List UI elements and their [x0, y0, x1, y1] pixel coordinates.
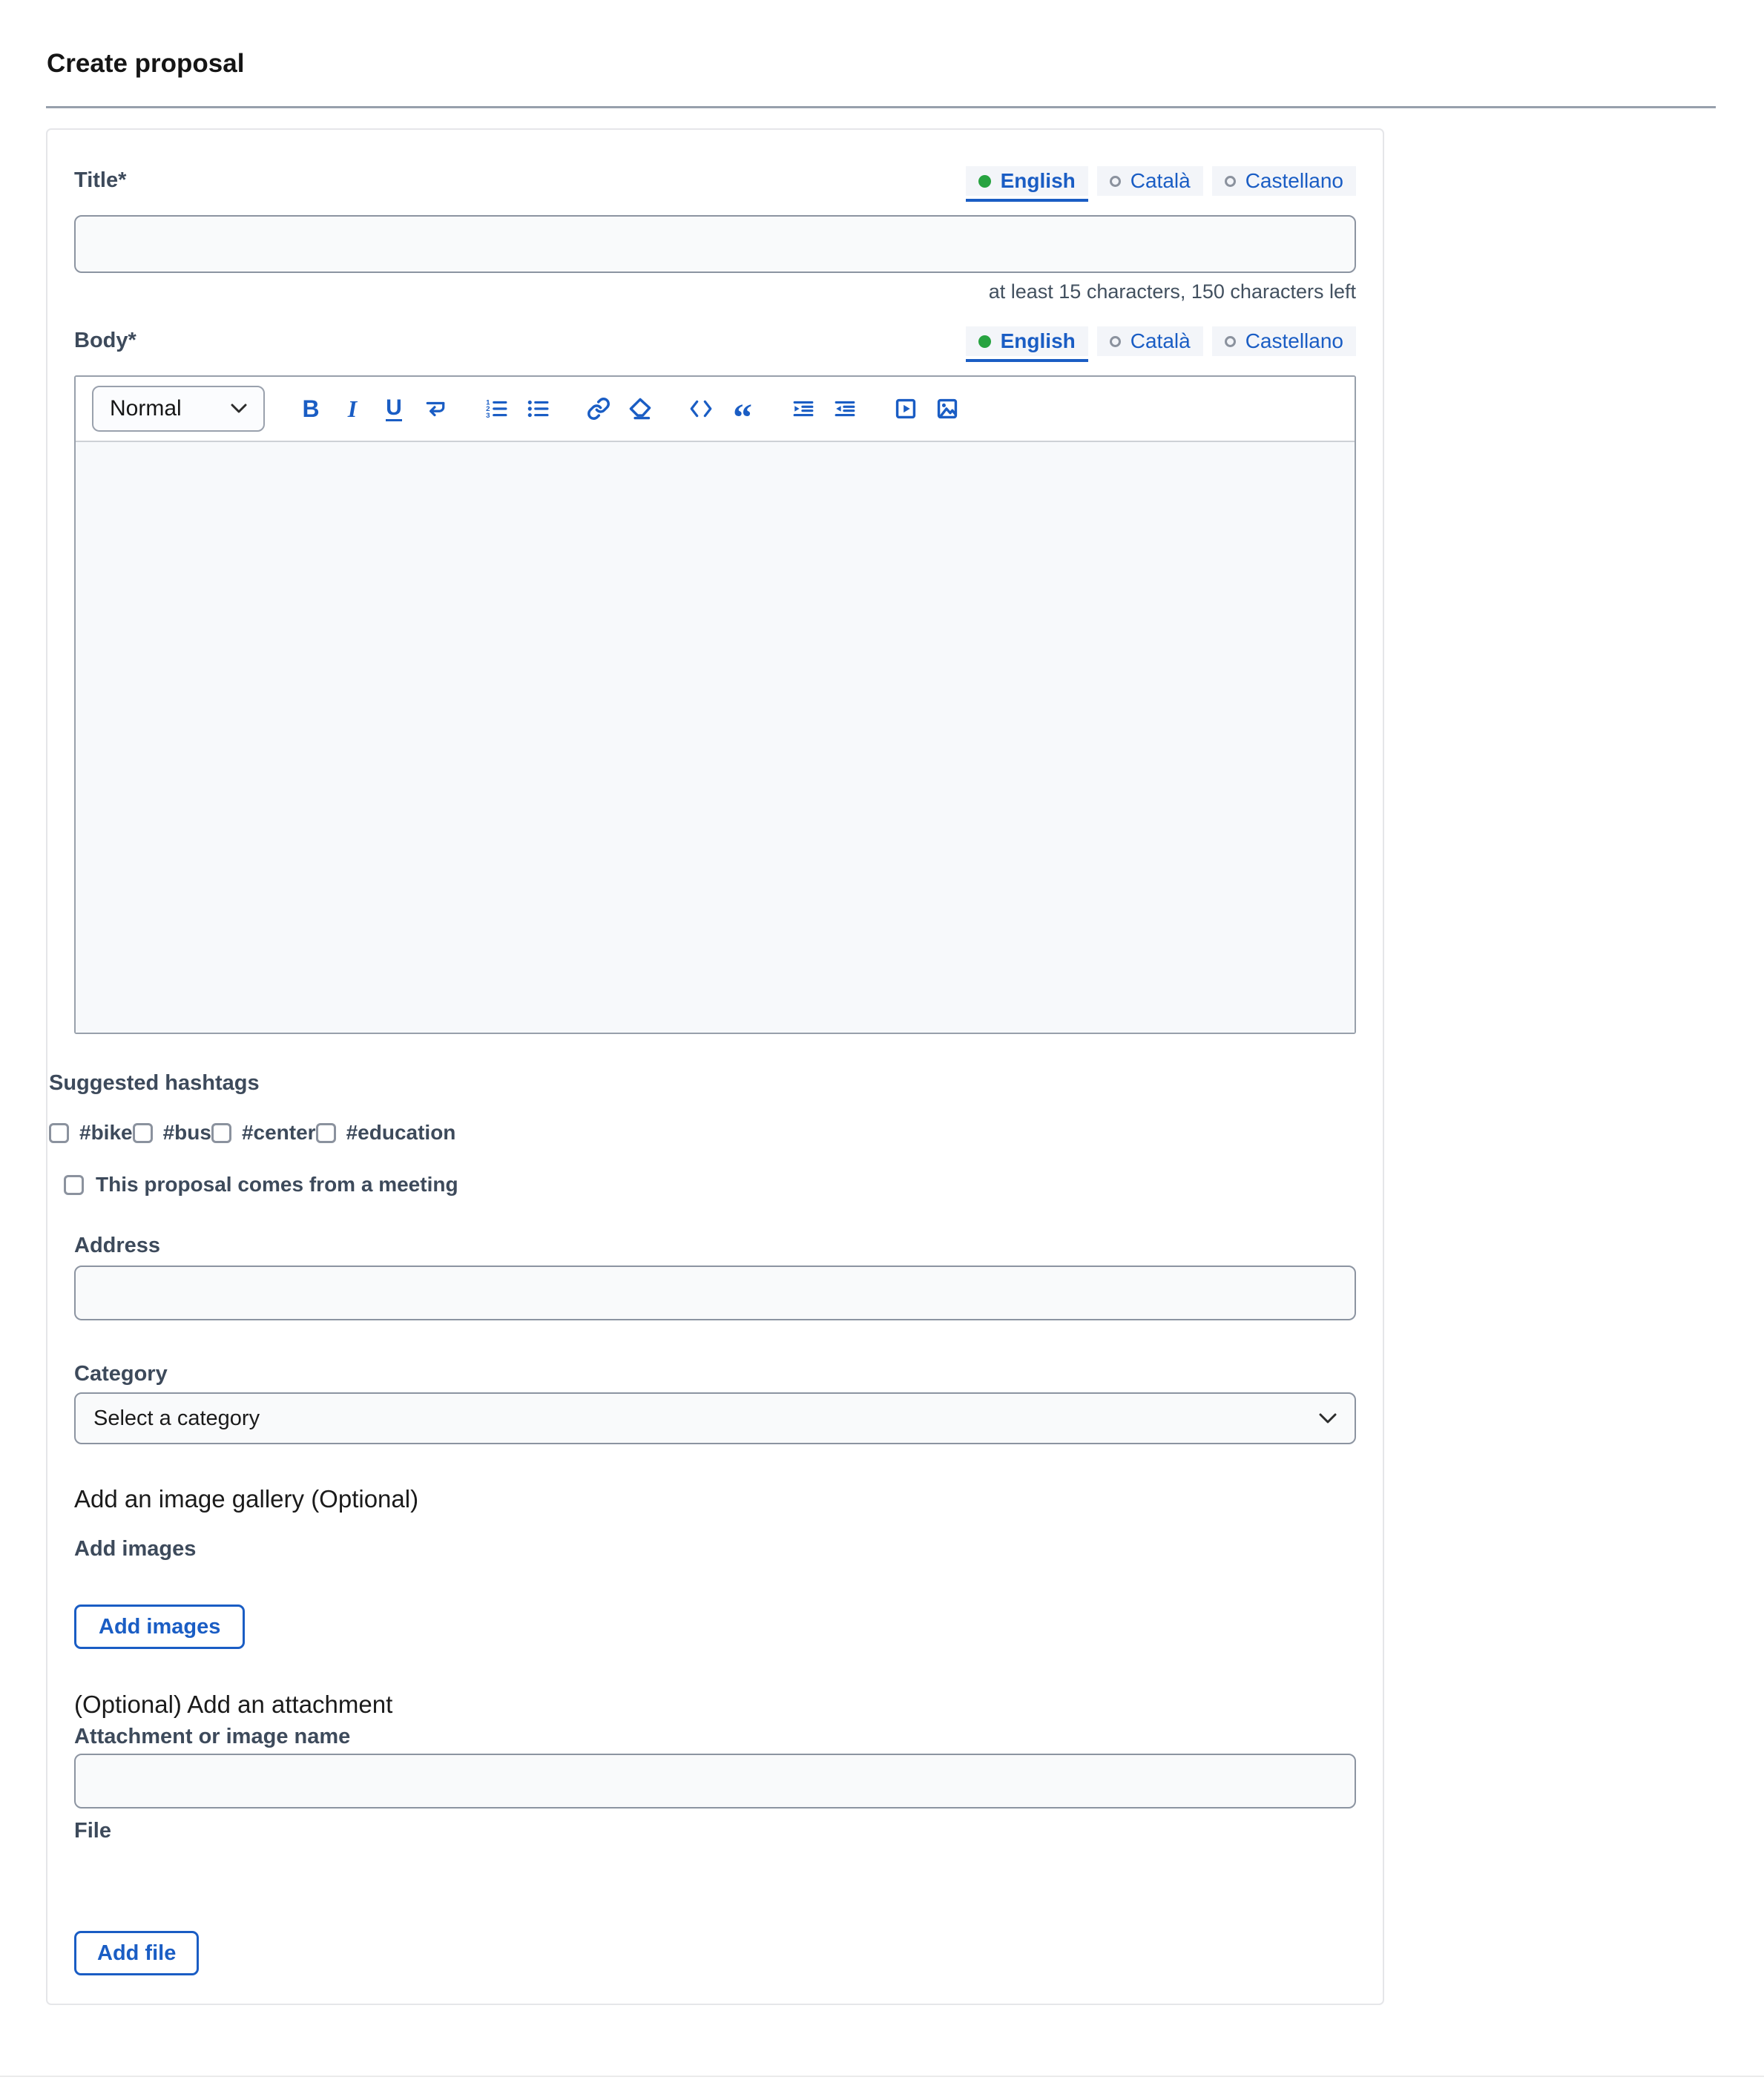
- add-images-label: Add images: [74, 1537, 1356, 1561]
- body-rich-text-editor: Normal B I U 123: [74, 375, 1356, 1034]
- body-language-selector: English Català Castellano: [966, 326, 1356, 356]
- language-tab-english[interactable]: English: [966, 166, 1088, 196]
- title-help-row: at least 15 characters, 150 characters l…: [74, 280, 1356, 303]
- page-bottom-divider: [0, 2076, 1764, 2077]
- radio-unselected-icon: [1225, 336, 1236, 347]
- language-tab-catala[interactable]: Català: [1097, 326, 1203, 356]
- header-divider: [46, 106, 1716, 108]
- language-tab-label: Castellano: [1245, 329, 1343, 353]
- hashtag-label: #bike: [79, 1121, 133, 1145]
- page-title: Create proposal: [47, 49, 244, 79]
- outdent-icon[interactable]: [833, 394, 857, 424]
- hashtag-checkbox-row: #bike #bus #center #education: [49, 1121, 1356, 1145]
- hashtag-label: #center: [242, 1121, 316, 1145]
- attachment-name-label: Attachment or image name: [74, 1725, 1356, 1749]
- language-tab-label: Català: [1131, 169, 1191, 193]
- category-select[interactable]: Select a category: [74, 1392, 1356, 1444]
- language-tab-label: Català: [1131, 329, 1191, 353]
- language-tab-english[interactable]: English: [966, 326, 1088, 356]
- category-select-value: Select a category: [93, 1406, 260, 1431]
- language-tab-label: English: [1001, 329, 1076, 353]
- radio-selected-icon: [978, 175, 991, 188]
- bold-icon[interactable]: B: [299, 394, 323, 424]
- title-input[interactable]: [74, 215, 1356, 273]
- title-field-header: Title* English Català Castellano: [74, 160, 1356, 196]
- meeting-checkbox-label: This proposal comes from a meeting: [96, 1173, 458, 1197]
- chevron-down-icon: [1319, 1413, 1337, 1424]
- language-tab-castellano[interactable]: Castellano: [1212, 326, 1356, 356]
- address-label: Address: [74, 1234, 1356, 1258]
- format-select-value: Normal: [110, 396, 182, 421]
- body-label: Body*: [74, 329, 136, 356]
- language-tab-label: English: [1001, 169, 1076, 193]
- title-label: Title*: [74, 168, 126, 196]
- meeting-checkbox[interactable]: [64, 1175, 84, 1195]
- hashtag-checkbox-bike[interactable]: [49, 1123, 69, 1143]
- suggested-hashtags-section: Suggested hashtags #bike #bus #center #e…: [49, 1071, 1356, 1197]
- attachment-name-input[interactable]: [74, 1754, 1356, 1809]
- hashtag-checkbox-education[interactable]: [316, 1123, 336, 1143]
- image-icon[interactable]: [935, 394, 959, 424]
- svg-text:3: 3: [486, 412, 490, 420]
- blockquote-icon[interactable]: “: [731, 394, 754, 424]
- radio-unselected-icon: [1225, 176, 1236, 187]
- address-input[interactable]: [74, 1266, 1356, 1320]
- category-label: Category: [74, 1362, 1356, 1386]
- radio-unselected-icon: [1110, 336, 1121, 347]
- file-label: File: [74, 1819, 1356, 1843]
- line-break-icon[interactable]: [424, 394, 447, 424]
- link-icon[interactable]: [587, 394, 611, 424]
- hashtag-option: #bike: [49, 1121, 133, 1145]
- attachment-heading: (Optional) Add an attachment: [74, 1691, 1356, 1719]
- clear-format-icon[interactable]: [628, 394, 652, 424]
- indent-icon[interactable]: [792, 394, 815, 424]
- hashtag-label: #education: [346, 1121, 456, 1145]
- language-tab-castellano[interactable]: Castellano: [1212, 166, 1356, 196]
- code-icon[interactable]: [689, 394, 713, 424]
- underline-icon[interactable]: U: [382, 394, 406, 424]
- suggested-hashtags-label: Suggested hashtags: [49, 1071, 1356, 1096]
- hashtag-checkbox-bus[interactable]: [133, 1123, 153, 1143]
- add-file-button[interactable]: Add file: [74, 1931, 199, 1975]
- body-editor-textarea[interactable]: [76, 442, 1355, 1033]
- title-help-text: at least 15 characters, 150 characters l…: [989, 280, 1356, 303]
- video-icon[interactable]: [894, 394, 918, 424]
- editor-toolbar: Normal B I U 123: [76, 377, 1355, 442]
- hashtag-label: #bus: [163, 1121, 211, 1145]
- hashtag-option: #center: [211, 1121, 316, 1145]
- bullet-list-icon[interactable]: [526, 394, 550, 424]
- ordered-list-icon[interactable]: 123: [484, 394, 508, 424]
- add-images-button[interactable]: Add images: [74, 1605, 245, 1649]
- radio-selected-icon: [978, 335, 991, 348]
- language-tab-label: Castellano: [1245, 169, 1343, 193]
- meeting-checkbox-row: This proposal comes from a meeting: [64, 1173, 1356, 1197]
- hashtag-option: #bus: [133, 1121, 211, 1145]
- hashtag-option: #education: [316, 1121, 456, 1145]
- hashtag-checkbox-center[interactable]: [211, 1123, 231, 1143]
- title-language-selector: English Català Castellano: [966, 166, 1356, 196]
- body-field-header: Body* English Català Castellano: [74, 320, 1356, 356]
- language-tab-catala[interactable]: Català: [1097, 166, 1203, 196]
- paragraph-format-select[interactable]: Normal: [92, 386, 265, 432]
- radio-unselected-icon: [1110, 176, 1121, 187]
- gallery-heading: Add an image gallery (Optional): [74, 1485, 1356, 1513]
- chevron-down-icon: [231, 404, 247, 414]
- italic-icon[interactable]: I: [340, 394, 364, 424]
- proposal-form-card: Title* English Català Castellano at leas…: [46, 128, 1384, 2005]
